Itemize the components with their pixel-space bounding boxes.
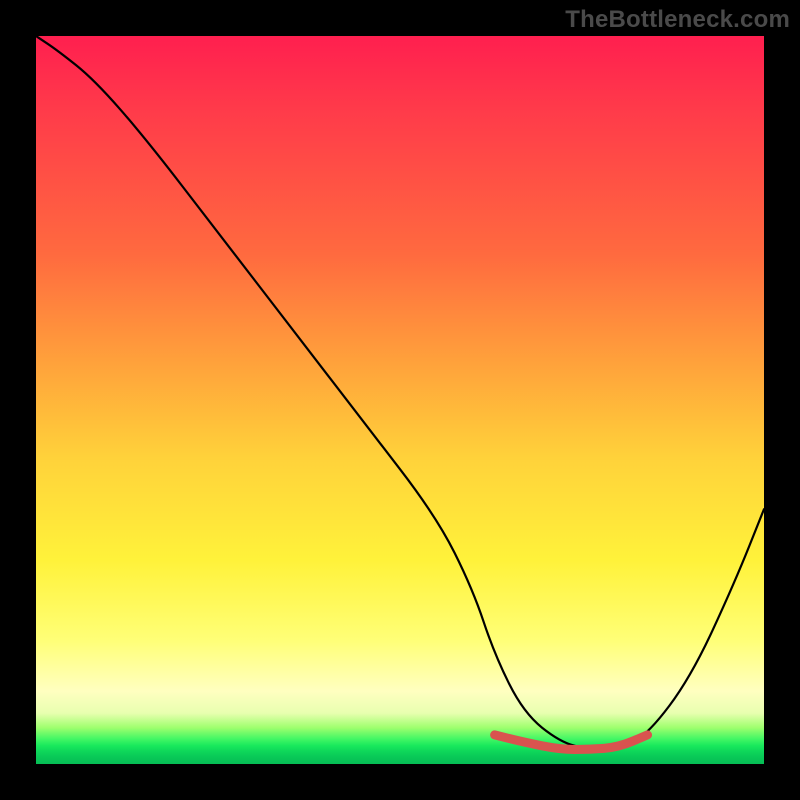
optimal-range-highlight [495,735,648,750]
watermark-text: TheBottleneck.com [565,6,790,34]
bottleneck-curve [36,36,764,749]
curve-svg [36,36,764,764]
plot-area [36,36,764,764]
chart-frame: TheBottleneck.com [0,0,800,800]
